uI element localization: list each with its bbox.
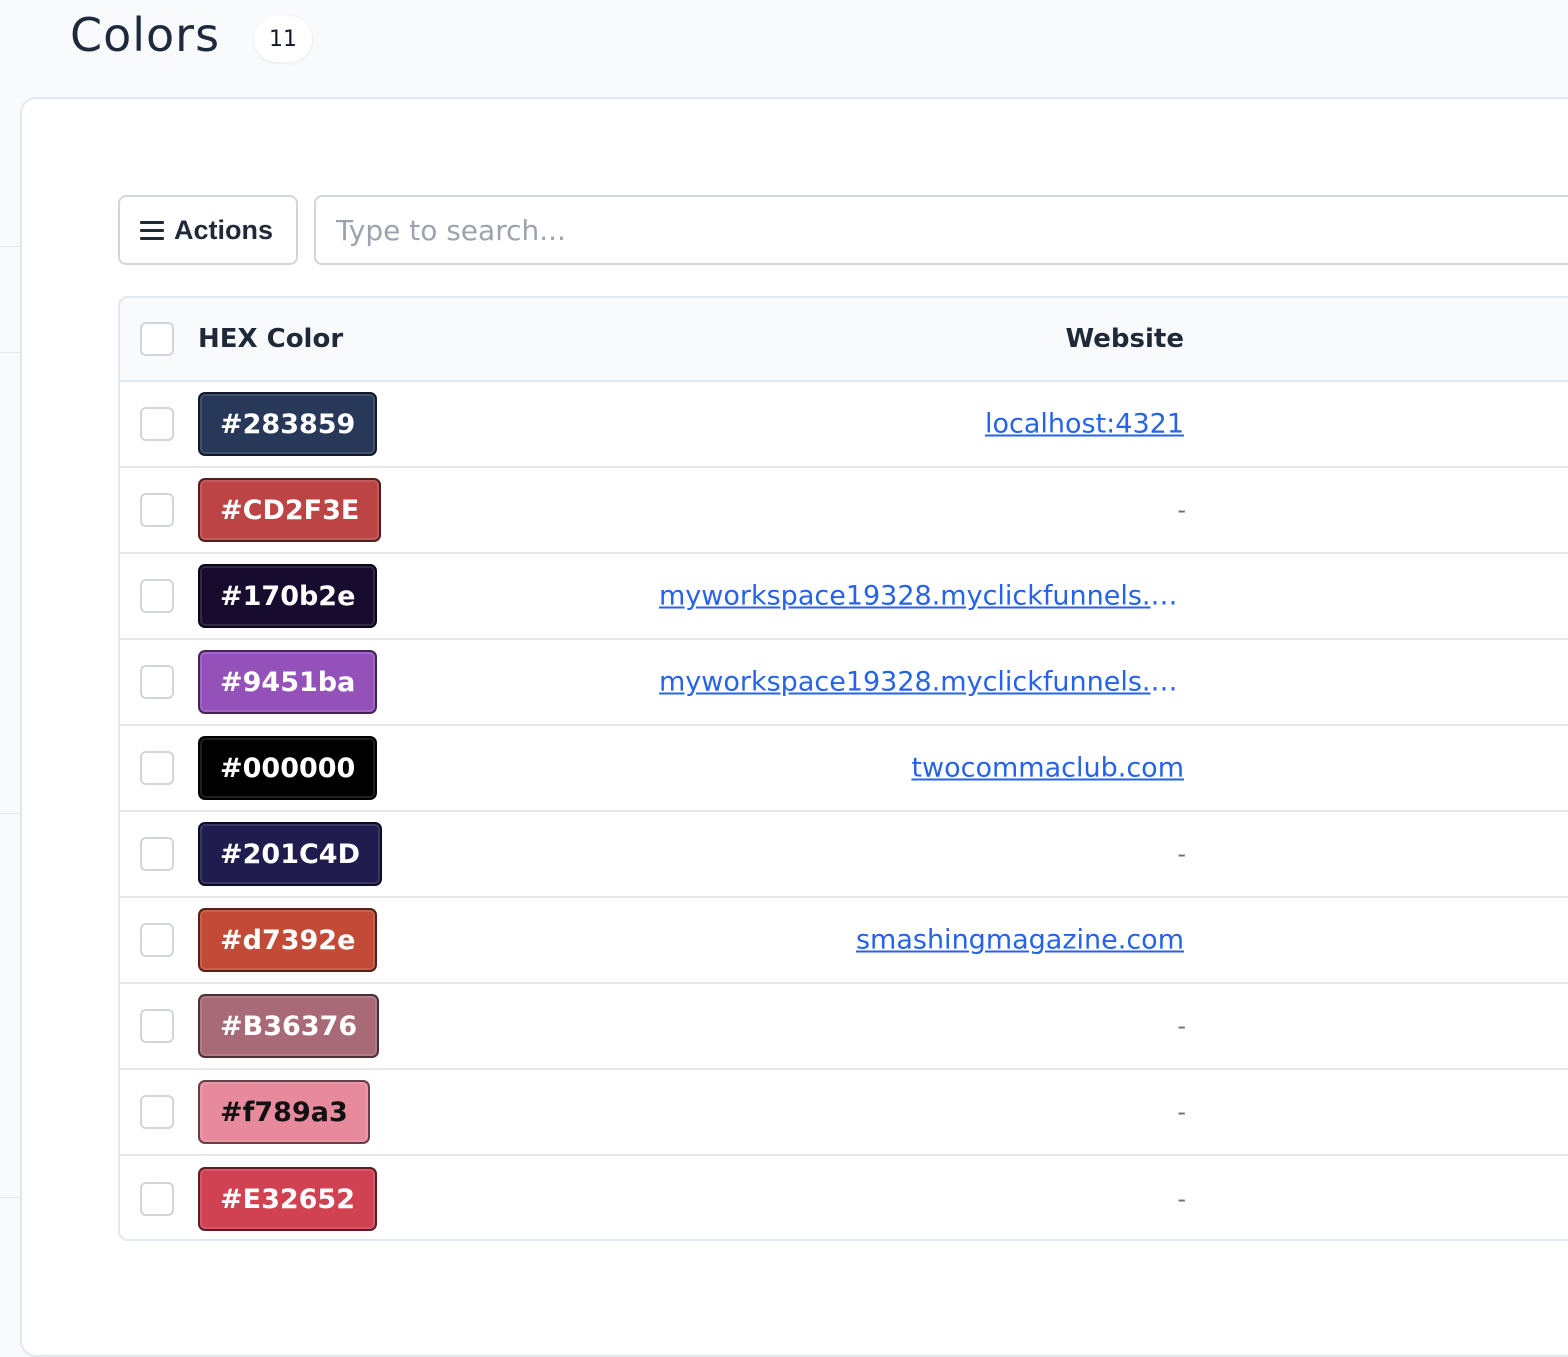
- column-header-website[interactable]: Website: [1066, 324, 1184, 354]
- count-badge: 11: [254, 16, 312, 62]
- color-swatch: #283859: [198, 392, 378, 456]
- color-swatch: #9451ba: [198, 650, 378, 714]
- row-checkbox[interactable]: [140, 1182, 174, 1216]
- website-empty: -: [1177, 1185, 1186, 1213]
- table-row[interactable]: #283859 localhost:4321: [120, 382, 1568, 468]
- row-checkbox[interactable]: [140, 837, 174, 871]
- table-row[interactable]: #CD2F3E -: [120, 468, 1568, 554]
- page-title: Colors: [70, 8, 221, 62]
- color-swatch: #f789a3: [198, 1080, 370, 1144]
- website-link[interactable]: myworkspace19328.myclickfunnels.com: [659, 667, 1184, 698]
- color-swatch: #CD2F3E: [198, 478, 382, 542]
- website-link[interactable]: smashingmagazine.com: [856, 925, 1184, 956]
- select-all-checkbox[interactable]: [140, 322, 174, 356]
- table-row[interactable]: #d7392e smashingmagazine.com: [120, 898, 1568, 984]
- website-link[interactable]: localhost:4321: [985, 409, 1184, 440]
- color-swatch: #d7392e: [198, 908, 378, 972]
- rail-divider: [0, 352, 20, 353]
- rail-divider: [0, 1197, 20, 1198]
- table-row[interactable]: #201C4D -: [120, 812, 1568, 898]
- website-link[interactable]: twocommaclub.com: [911, 753, 1184, 784]
- row-checkbox[interactable]: [140, 493, 174, 527]
- rail-divider: [0, 246, 20, 247]
- table-row[interactable]: #f789a3 -: [120, 1070, 1568, 1156]
- color-swatch: #201C4D: [198, 822, 382, 886]
- website-empty: -: [1177, 840, 1186, 868]
- table-row[interactable]: #E32652 -: [120, 1156, 1568, 1239]
- actions-button[interactable]: Actions: [118, 195, 298, 265]
- row-checkbox[interactable]: [140, 407, 174, 441]
- search-input[interactable]: [314, 195, 1568, 265]
- row-checkbox[interactable]: [140, 579, 174, 613]
- table-row[interactable]: #B36376 -: [120, 984, 1568, 1070]
- color-swatch: #E32652: [198, 1167, 377, 1231]
- color-swatch: #000000: [198, 736, 378, 800]
- left-rail: [0, 0, 20, 1340]
- website-link[interactable]: myworkspace19328.myclickfunnels.com: [659, 581, 1184, 612]
- column-header-hex[interactable]: HEX Color: [198, 324, 343, 354]
- row-checkbox[interactable]: [140, 665, 174, 699]
- color-swatch: #B36376: [198, 994, 380, 1058]
- table-body: #283859 localhost:4321 #CD2F3E - #170b2e mywo…: [120, 382, 1568, 1239]
- row-checkbox[interactable]: [140, 1095, 174, 1129]
- website-empty: -: [1177, 496, 1186, 524]
- table-header: HEX Color Website: [120, 298, 1568, 382]
- row-checkbox[interactable]: [140, 923, 174, 957]
- rail-divider: [0, 813, 20, 814]
- menu-icon: [140, 220, 164, 240]
- colors-table: HEX Color Website #283859 localhost:4321 #…: [118, 296, 1568, 1241]
- actions-label: Actions: [174, 214, 274, 245]
- table-row[interactable]: #170b2e myworkspace19328.myclickfunnels.c…: [120, 554, 1568, 640]
- color-swatch: #170b2e: [198, 564, 378, 628]
- website-empty: -: [1177, 1098, 1186, 1126]
- row-checkbox[interactable]: [140, 1009, 174, 1043]
- table-row[interactable]: #9451ba myworkspace19328.myclickfunnels.c…: [120, 640, 1568, 726]
- row-checkbox[interactable]: [140, 751, 174, 785]
- website-empty: -: [1177, 1012, 1186, 1040]
- table-row[interactable]: #000000 twocommaclub.com: [120, 726, 1568, 812]
